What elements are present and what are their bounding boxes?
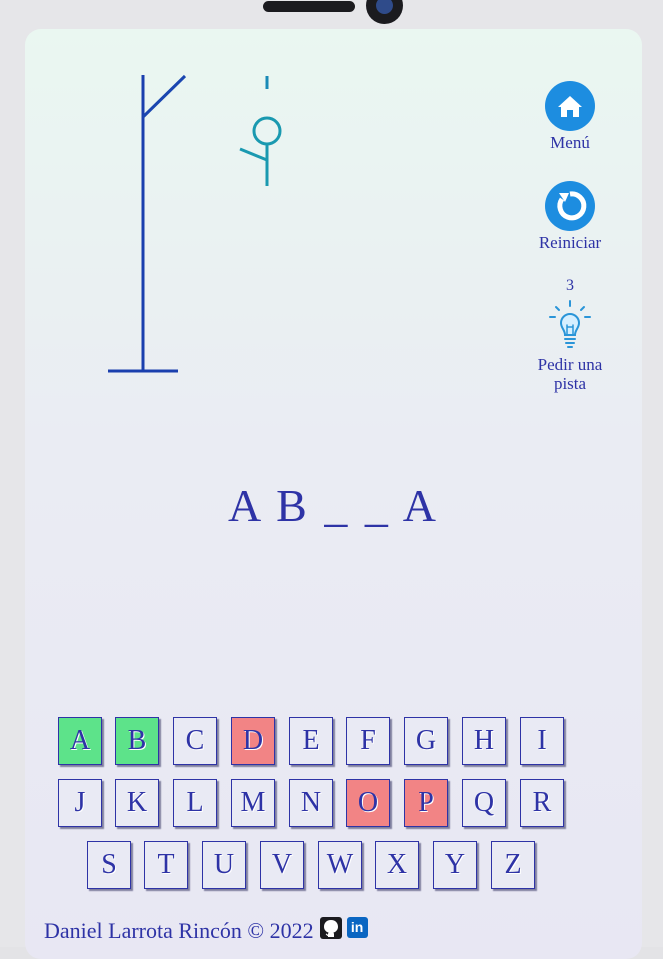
phone-speaker	[263, 1, 355, 12]
key-h[interactable]: H	[462, 717, 506, 765]
key-z[interactable]: Z	[491, 841, 535, 889]
key-t[interactable]: T	[144, 841, 188, 889]
secret-word-display: A B _ _ A	[227, 480, 440, 531]
phone-frame: Menú Reiniciar 3 Pedir una pista A B _ _…	[0, 0, 663, 959]
key-d[interactable]: D	[231, 717, 275, 765]
key-f[interactable]: F	[346, 717, 390, 765]
key-i[interactable]: I	[520, 717, 564, 765]
key-j[interactable]: J	[58, 779, 102, 827]
key-a[interactable]: A	[58, 717, 102, 765]
lightbulb-icon	[515, 299, 625, 351]
game-screen: Menú Reiniciar 3 Pedir una pista A B _ _…	[25, 29, 642, 959]
menu-label: Menú	[550, 133, 590, 152]
key-g[interactable]: G	[404, 717, 448, 765]
key-y[interactable]: Y	[433, 841, 477, 889]
key-o[interactable]: O	[346, 779, 390, 827]
key-m[interactable]: M	[231, 779, 275, 827]
key-p[interactable]: P	[404, 779, 448, 827]
hint-label-line1: Pedir una	[537, 355, 603, 374]
camera-lens	[376, 0, 393, 14]
key-k[interactable]: K	[115, 779, 159, 827]
key-x[interactable]: X	[375, 841, 419, 889]
github-icon[interactable]	[319, 917, 342, 939]
footer-credit: Daniel Larrota Rincón © 2022	[44, 918, 314, 943]
hangman-head	[252, 116, 282, 146]
hint-button[interactable]: 3 Pedir una pista	[515, 277, 625, 393]
hint-count: 3	[566, 277, 574, 294]
key-e[interactable]: E	[289, 717, 333, 765]
key-l[interactable]: L	[173, 779, 217, 827]
key-b[interactable]: B	[115, 717, 159, 765]
key-u[interactable]: U	[202, 841, 246, 889]
menu-button[interactable]: Menú	[515, 81, 625, 153]
gallows-brace	[141, 74, 187, 119]
key-v[interactable]: V	[260, 841, 304, 889]
key-c[interactable]: C	[173, 717, 217, 765]
key-s[interactable]: S	[87, 841, 131, 889]
key-n[interactable]: N	[289, 779, 333, 827]
phone-camera	[366, 0, 403, 24]
restart-label: Reiniciar	[538, 233, 602, 252]
home-icon	[545, 81, 595, 131]
key-w[interactable]: W	[318, 841, 362, 889]
restart-button[interactable]: Reiniciar	[515, 181, 625, 253]
hint-label-line2: pista	[553, 374, 587, 393]
footer: Daniel Larrota Rincón © 2022 in	[44, 916, 368, 944]
key-q[interactable]: Q	[462, 779, 506, 827]
restart-icon	[545, 181, 595, 231]
linkedin-icon[interactable]: in	[346, 916, 368, 938]
hangman-left-arm	[239, 147, 268, 162]
key-r[interactable]: R	[520, 779, 564, 827]
